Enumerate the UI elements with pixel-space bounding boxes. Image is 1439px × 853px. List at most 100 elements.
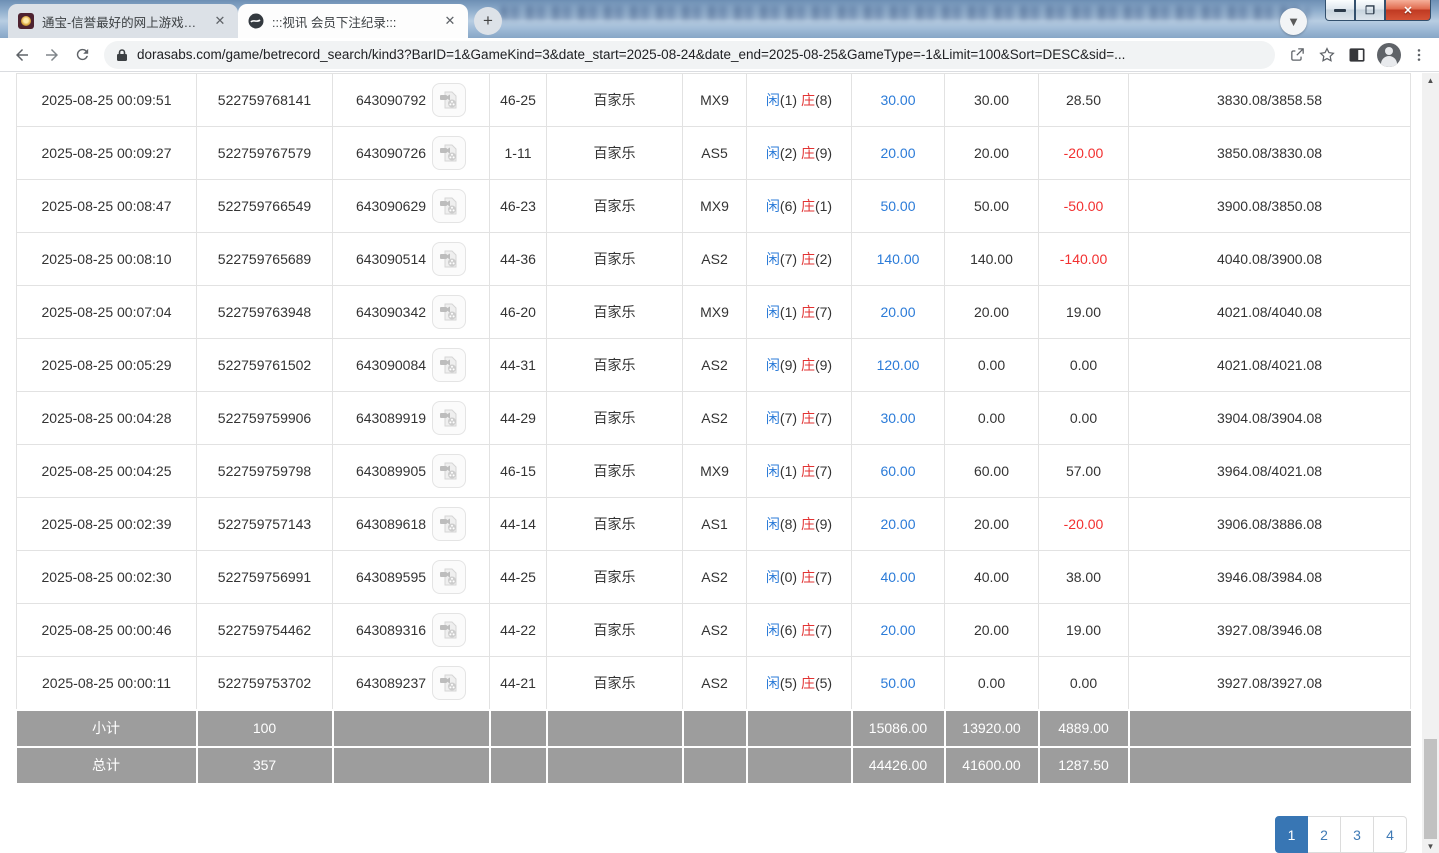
cell-table-code: AS2	[683, 657, 747, 710]
cell-table-shoe: 44-14	[490, 498, 547, 551]
tab-search-chevron-icon[interactable]: ▼	[1280, 8, 1307, 35]
window-controls: ❐ ✕	[1325, 0, 1431, 21]
video-replay-button[interactable]	[432, 295, 466, 329]
video-replay-button[interactable]	[432, 666, 466, 700]
share-icon[interactable]	[1283, 41, 1311, 69]
profile-avatar[interactable]	[1377, 43, 1401, 67]
cell-balance: 3850.08/3830.08	[1129, 127, 1411, 180]
video-icon	[439, 567, 459, 587]
video-replay-button[interactable]	[432, 189, 466, 223]
cell-round-id: 643089905	[333, 445, 490, 498]
cell-bet-amount[interactable]: 30.00	[852, 392, 945, 445]
menu-kebab-icon[interactable]	[1411, 47, 1427, 63]
video-icon	[439, 355, 459, 375]
restore-button[interactable]: ❐	[1355, 0, 1385, 21]
tab-close-icon[interactable]: ✕	[212, 13, 228, 29]
cell-bet-amount[interactable]: 20.00	[852, 498, 945, 551]
forward-icon[interactable]	[38, 41, 66, 69]
cell-winloss: -20.00	[1039, 127, 1129, 180]
address-bar[interactable]: dorasabs.com/game/betrecord_search/kind3…	[104, 41, 1275, 69]
cell-balance: 3904.08/3904.08	[1129, 392, 1411, 445]
cell-bet-amount[interactable]: 60.00	[852, 445, 945, 498]
cell-bet-time: 2025-08-25 00:04:28	[17, 392, 197, 445]
cell-bet-amount[interactable]: 20.00	[852, 286, 945, 339]
tab-home[interactable]: 通宝-信誉最好的网上游戏平台 ✕	[8, 4, 238, 38]
cell-table-code: AS2	[683, 233, 747, 286]
summary-winloss-total: 1287.50	[1039, 747, 1129, 784]
cell-game-name: 百家乐	[547, 498, 683, 551]
video-replay-button[interactable]	[432, 507, 466, 541]
cell-balance: 4021.08/4021.08	[1129, 339, 1411, 392]
video-icon	[439, 249, 459, 269]
cell-bet-amount[interactable]: 50.00	[852, 180, 945, 233]
cell-valid-amount: 30.00	[945, 74, 1039, 127]
cell-bet-amount[interactable]: 50.00	[852, 657, 945, 710]
tab-bet-records[interactable]: :::视讯 会员下注纪录::: ✕	[238, 4, 468, 38]
video-replay-button[interactable]	[432, 560, 466, 594]
tab-title: 通宝-信誉最好的网上游戏平台	[42, 12, 204, 31]
table-row: 2025-08-25 00:07:04522759763948643090342…	[17, 286, 1411, 339]
video-icon	[439, 408, 459, 428]
cell-game-name: 百家乐	[547, 657, 683, 710]
close-button[interactable]: ✕	[1385, 0, 1431, 21]
cell-bet-time: 2025-08-25 00:09:51	[17, 74, 197, 127]
cell-bet-amount[interactable]: 20.00	[852, 127, 945, 180]
cell-result: 闲(5) 庄(5)	[747, 657, 852, 710]
back-icon[interactable]	[8, 41, 36, 69]
cell-valid-amount: 0.00	[945, 339, 1039, 392]
reload-icon[interactable]	[68, 41, 96, 69]
summary-empty	[333, 710, 490, 747]
video-replay-button[interactable]	[432, 454, 466, 488]
video-replay-button[interactable]	[432, 613, 466, 647]
summary-empty	[547, 710, 683, 747]
cell-round-id: 643090629	[333, 180, 490, 233]
video-replay-button[interactable]	[432, 242, 466, 276]
page-button-1[interactable]: 1	[1275, 816, 1308, 853]
toolbar-right-icons	[1343, 43, 1431, 67]
page-button-2[interactable]: 2	[1308, 816, 1341, 853]
cell-balance: 3900.08/3850.08	[1129, 180, 1411, 233]
cell-bet-amount[interactable]: 20.00	[852, 604, 945, 657]
cell-bet-amount[interactable]: 40.00	[852, 551, 945, 604]
pagination: 1234	[1275, 816, 1407, 853]
video-replay-button[interactable]	[432, 348, 466, 382]
page-scrollbar[interactable]: ▲ ▼	[1422, 73, 1439, 853]
cell-table-code: AS2	[683, 339, 747, 392]
cell-round-id: 643090084	[333, 339, 490, 392]
cell-valid-amount: 40.00	[945, 551, 1039, 604]
video-icon	[439, 461, 459, 481]
cell-round-id: 643090792	[333, 74, 490, 127]
cell-balance: 3927.08/3927.08	[1129, 657, 1411, 710]
video-replay-button[interactable]	[432, 136, 466, 170]
cell-round-id: 643090726	[333, 127, 490, 180]
bookmark-star-icon[interactable]	[1313, 41, 1341, 69]
cell-winloss: 28.50	[1039, 74, 1129, 127]
cell-winloss: 38.00	[1039, 551, 1129, 604]
minimize-button[interactable]	[1325, 0, 1355, 21]
cell-valid-amount: 20.00	[945, 127, 1039, 180]
cell-bet-amount[interactable]: 120.00	[852, 339, 945, 392]
scrollbar-thumb[interactable]	[1424, 739, 1437, 839]
scroll-down-icon[interactable]: ▼	[1422, 839, 1439, 853]
url-text: dorasabs.com/game/betrecord_search/kind3…	[137, 47, 1125, 62]
video-replay-button[interactable]	[432, 83, 466, 117]
tab-close-icon[interactable]: ✕	[442, 13, 458, 29]
video-replay-button[interactable]	[432, 401, 466, 435]
cell-bet-id: 522759761502	[197, 339, 333, 392]
summary-bet-total: 44426.00	[852, 747, 945, 784]
summary-empty	[490, 710, 547, 747]
page-content: 2025-08-25 00:09:51522759768141643090792…	[0, 72, 1439, 852]
page-button-3[interactable]: 3	[1341, 816, 1374, 853]
scroll-up-icon[interactable]: ▲	[1422, 73, 1439, 87]
cell-bet-amount[interactable]: 140.00	[852, 233, 945, 286]
cell-table-code: AS1	[683, 498, 747, 551]
page-button-4[interactable]: 4	[1374, 816, 1407, 853]
side-panel-icon[interactable]	[1347, 45, 1367, 65]
cell-bet-amount[interactable]: 30.00	[852, 74, 945, 127]
cell-game-name: 百家乐	[547, 339, 683, 392]
cell-game-name: 百家乐	[547, 180, 683, 233]
cell-round-id: 643089618	[333, 498, 490, 551]
cell-table-shoe: 44-22	[490, 604, 547, 657]
table-row: 2025-08-25 00:09:27522759767579643090726…	[17, 127, 1411, 180]
new-tab-button[interactable]: +	[474, 7, 502, 35]
